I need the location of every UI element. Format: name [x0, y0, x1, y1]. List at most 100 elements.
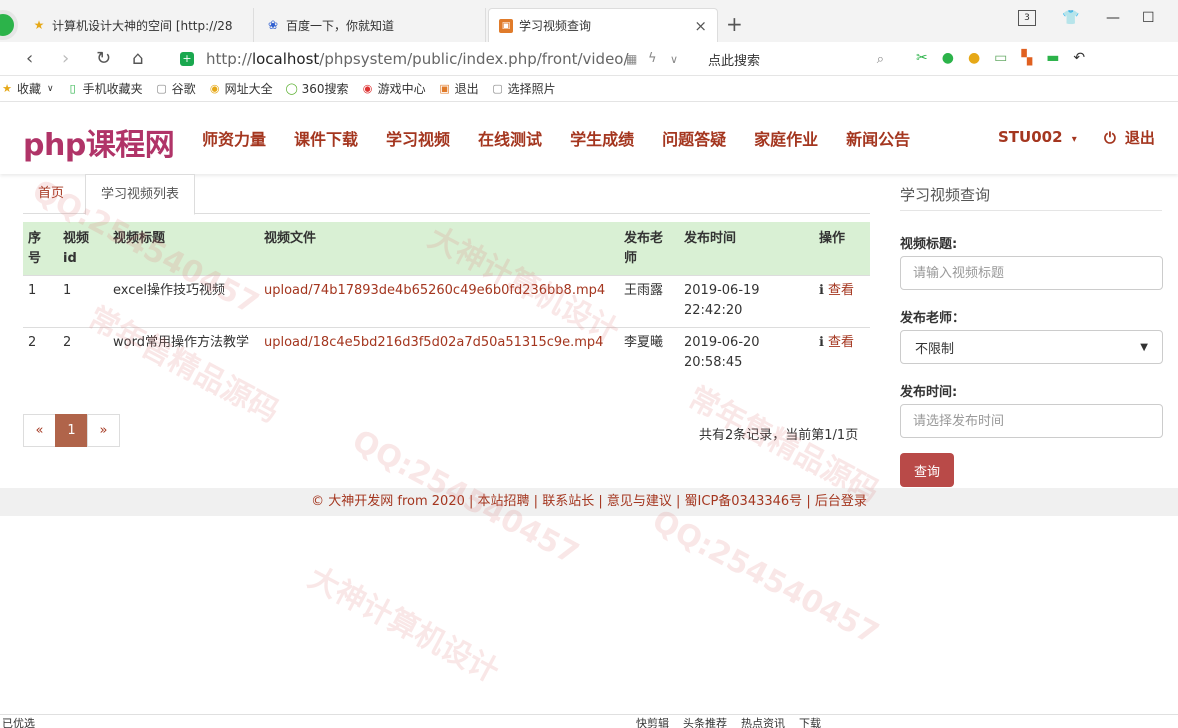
cell-file-link[interactable]: upload/18c4e5bd216d3f5d02a7d50a51315c9e.…: [259, 327, 619, 379]
title-input[interactable]: [900, 256, 1163, 290]
cell-id: 2: [58, 327, 108, 379]
shirt-skin-icon[interactable]: 👕: [1062, 10, 1079, 26]
bookmark-games[interactable]: ◉ 游戏中心: [361, 80, 426, 97]
footer-link-jobs[interactable]: 本站招聘: [478, 494, 530, 509]
caret-down-icon: ▼: [1140, 341, 1148, 353]
pagination: « 1 »: [23, 414, 120, 447]
chevron-down-icon[interactable]: ∨: [670, 53, 678, 66]
tab-video-list[interactable]: 学习视频列表: [85, 174, 196, 215]
page-info: 共有2条记录，当前第1/1页: [699, 428, 859, 443]
watermark: QQ:254540457: [646, 503, 885, 652]
page-icon: ▢: [156, 82, 167, 95]
forward-arrow-icon[interactable]: ›: [62, 48, 69, 69]
view-button[interactable]: ℹ 查看: [814, 275, 870, 328]
cell-no: 1: [23, 275, 58, 328]
site-favicon-icon: ▣: [439, 82, 450, 95]
browser-tab-3-active[interactable]: ▣ 学习视频查询 ×: [488, 8, 718, 42]
bookmark-photos[interactable]: ▢ 选择照片: [491, 80, 555, 97]
bookmark-360-search[interactable]: ◯ 360搜索: [285, 80, 349, 97]
page-1-button[interactable]: 1: [55, 414, 88, 447]
nav-qa[interactable]: 问题答疑: [662, 126, 726, 150]
back-arrow-icon[interactable]: ‹: [26, 48, 33, 69]
table-row: 2 2 word常用操作方法教学 upload/18c4e5bd216d3f5d…: [23, 327, 870, 379]
nav-videos[interactable]: 学习视频: [386, 126, 450, 150]
status-quick-clip[interactable]: 快剪辑: [636, 715, 669, 728]
video-table: 序号 视频id 视频标题 视频文件 发布老师 发布时间 操作 1 1 excel…: [23, 222, 870, 379]
watermark: 大神计算机设计: [302, 560, 505, 690]
power-icon: ⏻: [1104, 128, 1116, 147]
prev-page-button[interactable]: «: [23, 414, 56, 447]
chevron-down-icon: ∨: [47, 83, 54, 94]
bookmark-favorites[interactable]: ★ 收藏 ∨: [0, 80, 54, 97]
bookmark-logout[interactable]: ▣ 退出: [438, 80, 478, 97]
bookmark-google[interactable]: ▢ 谷歌: [155, 80, 195, 97]
minimize-icon[interactable]: —: [1106, 10, 1120, 26]
table-header-row: 序号 视频id 视频标题 视频文件 发布老师 发布时间 操作: [23, 222, 870, 276]
status-hot-news[interactable]: 热点资讯: [741, 715, 785, 728]
nav-scores[interactable]: 学生成绩: [570, 126, 634, 150]
close-tab-icon[interactable]: ×: [694, 17, 707, 35]
battery-icon[interactable]: ▬: [1046, 50, 1059, 66]
query-button[interactable]: 查询: [900, 453, 954, 487]
footer-icp[interactable]: 蜀ICP备0343346号: [685, 494, 803, 509]
coin-icon[interactable]: ●: [968, 50, 980, 66]
next-page-button[interactable]: »: [87, 414, 120, 447]
nav-courseware[interactable]: 课件下载: [294, 126, 358, 150]
apps-grid-icon[interactable]: ▚: [1021, 50, 1032, 66]
browser-tab-2[interactable]: ❀ 百度一下，你就知道: [256, 8, 486, 42]
site-brand[interactable]: php课程网: [23, 120, 175, 164]
maximize-icon[interactable]: ☐: [1142, 10, 1155, 26]
cell-teacher: 王雨露: [619, 275, 679, 328]
bookmark-mobile[interactable]: ▯ 手机收藏夹: [66, 80, 143, 97]
home-icon[interactable]: ⌂: [132, 48, 143, 69]
url-field[interactable]: + http://localhost/phpsystem/public/inde…: [180, 46, 696, 72]
tab-counter-badge[interactable]: 3: [1018, 10, 1036, 26]
teacher-select[interactable]: 不限制 ▼: [900, 330, 1163, 364]
scissors-icon[interactable]: ✂: [916, 50, 928, 66]
col-file: 视频文件: [259, 222, 619, 276]
cell-no: 2: [23, 327, 58, 379]
image-icon[interactable]: ▭: [994, 50, 1007, 66]
url-host: localhost: [251, 50, 320, 68]
time-input[interactable]: [900, 404, 1163, 438]
site-footer: © 大神开发网 from 2020 | 本站招聘 | 联系站长 | 意见与建议 …: [0, 488, 1178, 516]
search-icon[interactable]: ⌕: [877, 52, 884, 67]
cell-file-link[interactable]: upload/74b17893de4b65260c49e6b0fd236bb8.…: [259, 275, 619, 328]
search-input[interactable]: 点此搜索 ⌕: [700, 46, 892, 72]
logout-button[interactable]: ⏻ 退出: [1104, 127, 1155, 148]
nav-online-test[interactable]: 在线测试: [478, 126, 542, 150]
lightning-icon[interactable]: ϟ: [648, 51, 657, 66]
translate-icon[interactable]: ●: [942, 50, 954, 66]
url-prefix: http://: [206, 50, 252, 68]
status-download[interactable]: 下载: [799, 715, 821, 728]
browser-tab-1[interactable]: ★ 计算机设计大神的空间 [http://28: [22, 8, 254, 42]
info-icon: ℹ: [819, 283, 824, 298]
cell-id: 1: [58, 275, 108, 328]
view-button[interactable]: ℹ 查看: [814, 327, 870, 379]
cell-title: excel操作技巧视频: [108, 275, 259, 328]
status-headlines[interactable]: 头条推荐: [683, 715, 727, 728]
col-action: 操作: [814, 222, 870, 276]
nav-news[interactable]: 新闻公告: [846, 126, 910, 150]
browser-tab-strip: ★ 计算机设计大神的空间 [http://28 ❀ 百度一下，你就知道 ▣ 学习…: [0, 0, 1178, 42]
browser-status-bar: 已优选 快剪辑 头条推荐 热点资讯 下载: [0, 714, 1178, 728]
footer-link-feedback[interactable]: 意见与建议: [607, 494, 672, 509]
ring-icon: ◯: [285, 82, 298, 95]
refresh-icon[interactable]: ↻: [96, 48, 111, 69]
url-path: /phpsystem/public/index.php/front/video/: [319, 50, 629, 68]
footer-link-contact[interactable]: 联系站长: [542, 494, 594, 509]
nav-teachers[interactable]: 师资力量: [202, 126, 266, 150]
footer-link-admin[interactable]: 后台登录: [815, 494, 867, 509]
qr-code-icon[interactable]: ▦: [626, 52, 637, 66]
tab-home[interactable]: 首页: [23, 174, 79, 214]
undo-icon[interactable]: ↶: [1073, 50, 1085, 66]
new-tab-button[interactable]: +: [726, 12, 743, 36]
content-tabs: 首页 学习视频列表: [23, 174, 870, 215]
user-menu[interactable]: STU002 ▾: [998, 128, 1077, 146]
status-text: 已优选: [2, 717, 35, 728]
toolbar-icons: ✂ ● ● ▭ ▚ ▬ ↶: [916, 50, 1085, 66]
cell-title: word常用操作方法教学: [108, 327, 259, 379]
caret-down-icon: ▾: [1071, 134, 1077, 145]
nav-homework[interactable]: 家庭作业: [754, 126, 818, 150]
bookmark-sites[interactable]: ◉ 网址大全: [208, 80, 273, 97]
